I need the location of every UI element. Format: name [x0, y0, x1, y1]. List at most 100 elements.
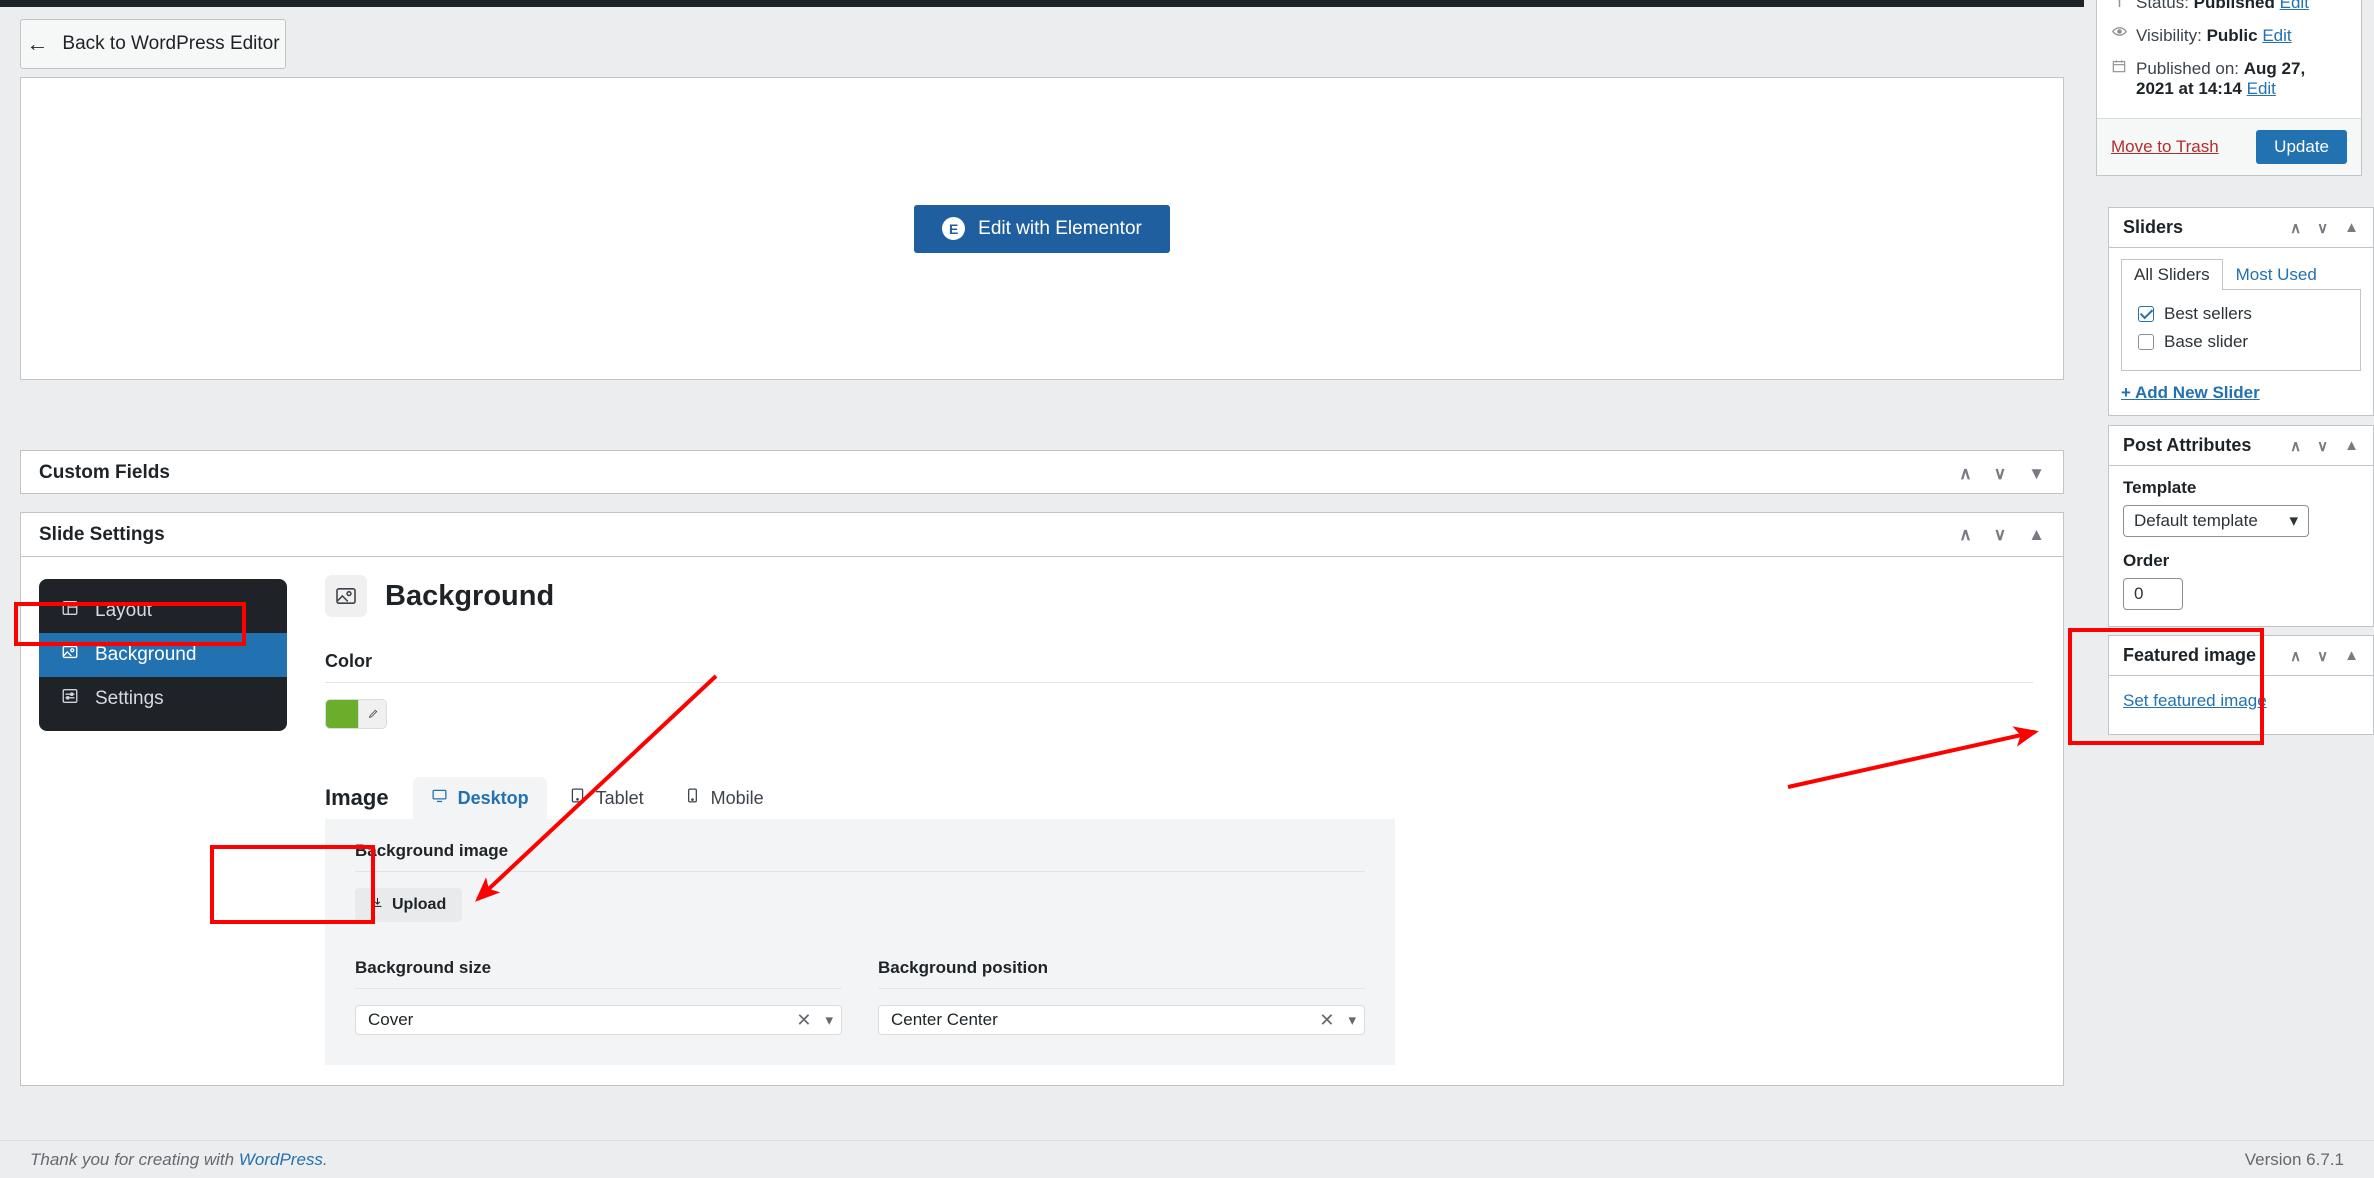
post-attributes-title: Post Attributes	[2123, 435, 2252, 455]
list-item-label: Best sellers	[2164, 304, 2252, 323]
chevron-down-icon: ▾	[2289, 511, 2298, 530]
eye-icon	[2111, 26, 2127, 37]
background-position-select[interactable]: Center Center ✕ ▾	[878, 1005, 1365, 1035]
sliders-tab-bar: All Sliders Most Used	[2109, 248, 2373, 290]
publish-actions: Move to Trash Update	[2097, 118, 2361, 175]
toggle-panel-icon[interactable]: ▲	[2344, 647, 2359, 665]
sliders-metabox: Sliders ∧ ∨ ▲ All Sliders Most Used Best…	[2108, 207, 2374, 416]
move-to-trash-link[interactable]: Move to Trash	[2111, 137, 2219, 157]
tab-tablet[interactable]: Tablet	[551, 777, 662, 819]
tablet-icon	[569, 787, 586, 809]
edit-published-date-link[interactable]: Edit	[2247, 79, 2276, 98]
background-color-swatch[interactable]	[326, 700, 358, 728]
close-icon[interactable]: ✕	[786, 1010, 821, 1031]
move-down-icon[interactable]: ∨	[2317, 437, 2328, 455]
publish-metabox: Status: Published Edit Visibility: Publi…	[2096, 0, 2362, 176]
tab-desktop[interactable]: Desktop	[412, 777, 547, 819]
update-button[interactable]: Update	[2256, 130, 2347, 164]
background-size-select[interactable]: Cover ✕ ▾	[355, 1005, 842, 1035]
tab-mobile[interactable]: Mobile	[666, 777, 782, 819]
tab-label: Desktop	[457, 787, 529, 808]
toggle-panel-icon[interactable]: ▼	[2028, 465, 2045, 482]
back-to-wordpress-editor-button[interactable]: ← Back to WordPress Editor	[20, 19, 286, 69]
tab-label: Tablet	[595, 787, 644, 808]
toggle-panel-icon[interactable]: ▲	[2344, 437, 2359, 455]
order-label: Order	[2123, 551, 2170, 570]
footer-credit: Thank you for creating with WordPress.	[30, 1150, 328, 1170]
checkbox-base-slider[interactable]	[2138, 334, 2154, 350]
move-down-icon[interactable]: ∨	[2317, 219, 2328, 237]
order-input[interactable]: 0	[2123, 578, 2183, 610]
color-label: Color	[325, 651, 372, 671]
elementor-logo-icon: E	[942, 217, 966, 240]
custom-fields-title: Custom Fields	[39, 462, 170, 483]
sidebar-item-label: Background	[95, 644, 197, 665]
close-icon[interactable]: ✕	[1309, 1010, 1344, 1031]
chevron-down-icon[interactable]: ▾	[1344, 1011, 1356, 1029]
visibility-label: Visibility:	[2136, 26, 2202, 45]
chevron-down-icon[interactable]: ▾	[821, 1011, 833, 1029]
featured-image-header[interactable]: Featured image ∧ ∨ ▲	[2109, 636, 2373, 676]
sidebar-item-background[interactable]: Background	[39, 633, 287, 677]
background-size-field: Background size Cover ✕ ▾	[355, 958, 842, 1035]
move-down-icon[interactable]: ∨	[1994, 465, 2006, 482]
publish-details: Status: Published Edit Visibility: Publi…	[2097, 0, 2361, 118]
status-row: Status: Published Edit	[2111, 0, 2347, 13]
divider	[355, 871, 1365, 872]
footer-credit-suffix: .	[322, 1149, 328, 1169]
featured-image-body: Set featured image	[2109, 676, 2373, 734]
sliders-header[interactable]: Sliders ∧ ∨ ▲	[2109, 208, 2373, 248]
visibility-row: Visibility: Public Edit	[2111, 26, 2347, 46]
wordpress-link[interactable]: WordPress	[239, 1150, 323, 1169]
divider	[878, 988, 1365, 989]
featured-image-metabox: Featured image ∧ ∨ ▲ Set featured image	[2108, 635, 2374, 735]
tab-most-used[interactable]: Most Used	[2223, 259, 2330, 290]
background-position-value: Center Center	[891, 1010, 998, 1029]
add-new-slider-link[interactable]: + Add New Slider	[2121, 383, 2361, 403]
brush-icon[interactable]	[358, 700, 386, 728]
desktop-icon	[431, 787, 448, 809]
edit-with-elementor-button[interactable]: E Edit with Elementor	[914, 204, 1170, 253]
slide-settings-header[interactable]: Slide Settings ∧ ∨ ▲	[21, 513, 2063, 557]
background-image-label: Background image	[355, 841, 509, 860]
template-value: Default template	[2134, 511, 2258, 530]
image-section-label: Image	[325, 785, 389, 810]
template-select[interactable]: Default template ▾	[2123, 505, 2309, 537]
image-icon	[325, 575, 367, 617]
custom-fields-header[interactable]: Custom Fields ∧ ∨ ▼	[21, 451, 2063, 495]
footer-version: Version 6.7.1	[2244, 1149, 2344, 1169]
sidebar-item-settings[interactable]: Settings	[39, 677, 287, 721]
custom-fields-metabox[interactable]: Custom Fields ∧ ∨ ▼	[20, 450, 2064, 494]
background-position-label: Background position	[878, 958, 1048, 977]
post-attributes-header[interactable]: Post Attributes ∧ ∨ ▲	[2109, 426, 2373, 466]
background-settings-content: Background Color Image Desktop Tablet Mo…	[287, 575, 2063, 1065]
list-item[interactable]: Base slider	[2138, 332, 2348, 352]
move-up-icon[interactable]: ∧	[1959, 465, 1971, 482]
background-size-label: Background size	[355, 958, 492, 977]
tab-all-sliders[interactable]: All Sliders	[2121, 259, 2223, 290]
sidebar-item-layout[interactable]: Layout	[39, 589, 287, 633]
toggle-panel-icon[interactable]: ▲	[2028, 526, 2045, 543]
set-featured-image-link[interactable]: Set featured image	[2123, 691, 2267, 710]
elementor-editor-panel: E Edit with Elementor	[20, 77, 2064, 380]
move-up-icon[interactable]: ∧	[1959, 526, 1971, 543]
move-up-icon[interactable]: ∧	[2290, 219, 2301, 237]
edit-status-link[interactable]: Edit	[2280, 0, 2309, 12]
post-attributes-body: Template Default template ▾ Order 0	[2109, 466, 2373, 626]
list-item[interactable]: Best sellers	[2138, 304, 2348, 324]
toggle-panel-icon[interactable]: ▲	[2344, 219, 2359, 237]
move-down-icon[interactable]: ∨	[1994, 526, 2006, 543]
image-settings-panel: Background image Upload Background size	[325, 819, 1395, 1065]
edit-visibility-link[interactable]: Edit	[2262, 26, 2291, 45]
upload-button[interactable]: Upload	[355, 888, 463, 922]
checkbox-best-sellers[interactable]	[2138, 306, 2154, 322]
background-size-position-row: Background size Cover ✕ ▾ Background pos…	[355, 958, 1365, 1035]
sliders-checkbox-list: Best sellers Base slider	[2121, 289, 2361, 371]
wp-admin-bar	[0, 0, 2084, 7]
published-on-row: Published on: Aug 27, 2021 at 14:14 Edit	[2111, 59, 2347, 99]
move-down-icon[interactable]: ∨	[2317, 647, 2328, 665]
status-value: Published	[2193, 0, 2275, 12]
move-up-icon[interactable]: ∧	[2290, 437, 2301, 455]
move-up-icon[interactable]: ∧	[2290, 647, 2301, 665]
template-label: Template	[2123, 478, 2197, 497]
